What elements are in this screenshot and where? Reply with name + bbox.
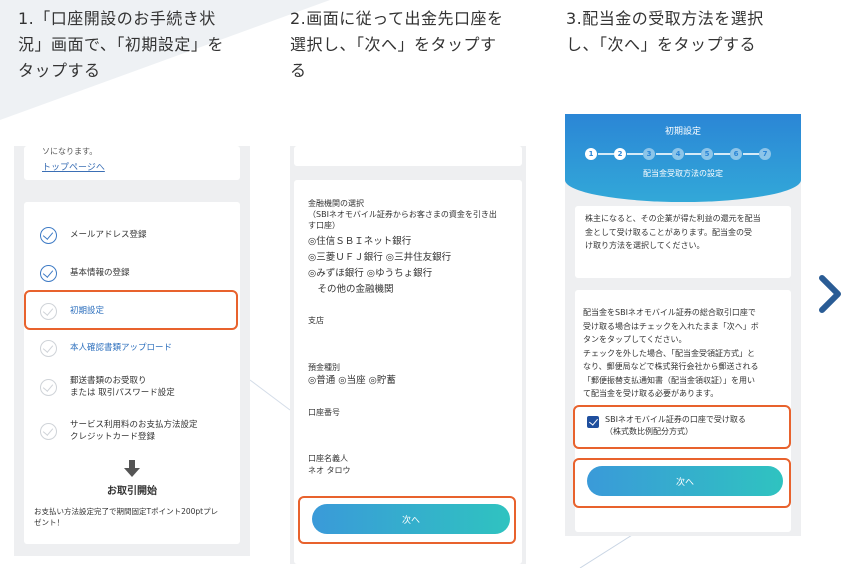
check-icon bbox=[40, 378, 57, 396]
holder-value: ネオ タロウ bbox=[308, 466, 351, 475]
highlight-next-button bbox=[298, 496, 516, 544]
highlight-next-button bbox=[573, 458, 791, 508]
point-campaign-note: お支払い方法設定完了で期間固定Tポイント200ptプレ ゼント！ bbox=[34, 507, 219, 527]
step-dot: 7 bbox=[759, 148, 771, 160]
header-title: 初期設定 bbox=[664, 127, 701, 137]
caption-step2: 2.画面に従って出金先口座を 選択し、「次へ」をタップす る bbox=[290, 9, 504, 80]
chevron-right-icon[interactable] bbox=[814, 274, 844, 314]
dividend-explanation: 配当金をSBIネオモバイル証券の総合取引口座で 受け取る場合はチェックを入れたま… bbox=[583, 308, 759, 398]
intro-text: 株主になると、その企業が得た利益の還元を配当 金として受け取ることがあります。配… bbox=[585, 214, 761, 250]
step-email: メールアドレス登録 bbox=[40, 218, 236, 252]
account-type-label: 預金種別 bbox=[308, 363, 340, 372]
caption-step1: 1.「口座開設のお手続き状 況」画面で、「初期設定」を タップする bbox=[18, 9, 224, 80]
step-dot: 2 bbox=[614, 148, 626, 160]
caption-step3: 3.配当金の受取方法を選択 し、「次へ」をタップする bbox=[566, 9, 764, 54]
branch-label: 支店 bbox=[308, 316, 324, 325]
top-text: ソになります。 bbox=[42, 147, 98, 156]
status-card: メールアドレス登録 基本情報の登録 初期設定 本人確認書類アップロード 郵送書類… bbox=[24, 202, 240, 544]
initial-settings-header: 初期設定 1 2 3 4 5 6 7 配当金受取方法の設定 bbox=[565, 114, 801, 202]
top-page-link[interactable]: トップページへ bbox=[42, 160, 105, 173]
check-icon bbox=[40, 264, 57, 282]
account-number-label: 口座番号 bbox=[308, 408, 340, 417]
check-icon bbox=[40, 339, 57, 357]
step-basic-info: 基本情報の登録 bbox=[40, 256, 236, 290]
account-type-options[interactable]: ◎普通 ◎当座 ◎貯蓄 bbox=[308, 374, 396, 388]
step-dot: 1 bbox=[585, 148, 597, 160]
trading-start-label: お取引開始 bbox=[107, 486, 157, 497]
screen-application-status: ソになります。 トップページへ メールアドレス登録 基本情報の登録 初期設定 本… bbox=[14, 146, 250, 556]
arrow-down-icon bbox=[124, 460, 140, 477]
highlight-checkbox bbox=[573, 405, 791, 449]
check-icon bbox=[40, 226, 57, 244]
step-label: サービス利用料のお支払方法設定 クレジットカード登録 bbox=[70, 420, 198, 442]
top-card: ソになります。 トップページへ bbox=[24, 146, 240, 180]
step-dot: 5 bbox=[701, 148, 713, 160]
check-icon bbox=[40, 422, 57, 440]
step-dot: 3 bbox=[643, 148, 655, 160]
step-dot: 4 bbox=[672, 148, 684, 160]
header-subtitle: 配当金受取方法の設定 bbox=[643, 169, 723, 178]
step-id-upload[interactable]: 本人確認書類アップロード bbox=[40, 331, 236, 365]
step-mail-documents: 郵送書類のお受取り または 取引パスワード設定 bbox=[40, 370, 236, 404]
step-label: 本人確認書類アップロード bbox=[70, 343, 173, 353]
step-indicator: 1 2 3 4 5 6 7 bbox=[585, 148, 785, 160]
step-payment-method: サービス利用料のお支払方法設定 クレジットカード登録 bbox=[40, 414, 236, 448]
intro-card: 株主になると、その企業が得た利益の還元を配当 金として受け取ることがあります。配… bbox=[575, 206, 791, 278]
step-label: 郵送書類のお受取り または 取引パスワード設定 bbox=[70, 376, 175, 398]
step-dot: 6 bbox=[730, 148, 742, 160]
top-card bbox=[294, 146, 522, 166]
bank-heading: 金融機関の選択 （SBIネオモバイル証券からお客さまの資金を引き出 す口座） bbox=[308, 199, 497, 230]
step-label: メールアドレス登録 bbox=[70, 230, 147, 240]
step-label: 基本情報の登録 bbox=[70, 268, 130, 278]
highlight-initial-settings bbox=[24, 290, 238, 330]
bank-options[interactable]: ◎住信ＳＢＩネット銀行 ◎三菱ＵＦＪ銀行 ◎三井住友銀行 ◎みずほ銀行 ◎ゆうち… bbox=[308, 234, 518, 298]
